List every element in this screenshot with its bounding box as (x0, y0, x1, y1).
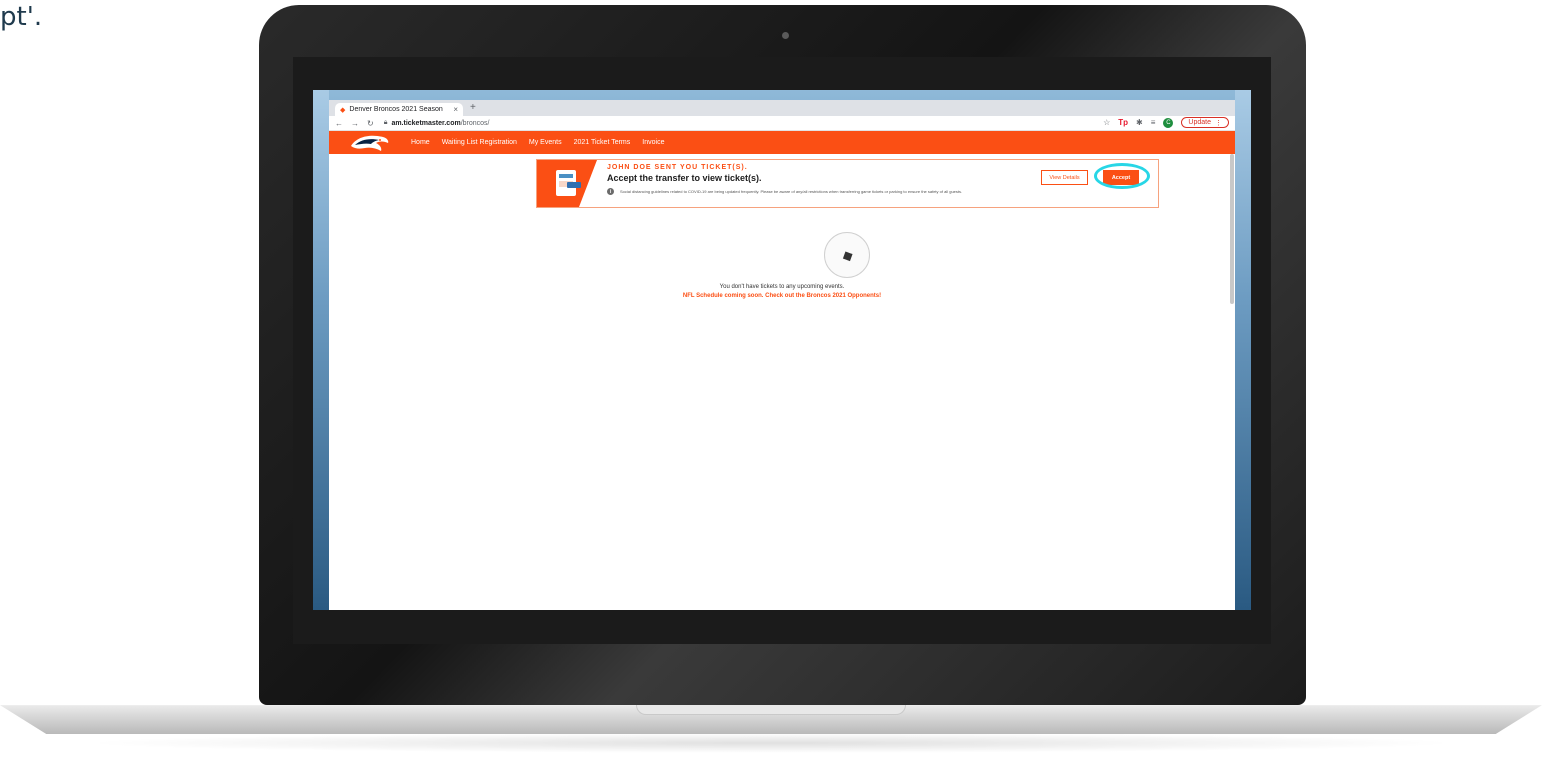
reading-list-icon[interactable]: ≡ (1151, 118, 1156, 127)
ticket-stub-icon (567, 182, 581, 188)
reload-icon[interactable]: ↻ (367, 119, 374, 128)
opponents-link[interactable]: NFL Schedule coming soon. Check out the … (329, 293, 1235, 299)
nav-link-waiting-list[interactable]: Waiting List Registration (442, 139, 517, 146)
broncos-favicon-icon: ◆ (340, 106, 346, 114)
info-icon: i (607, 188, 614, 195)
nav-link-home[interactable]: Home (411, 139, 430, 146)
transfer-illustration (537, 160, 597, 207)
browser-tab[interactable]: ◆ Denver Broncos 2021 Season × (335, 103, 463, 116)
camera-icon (782, 32, 789, 39)
broncos-logo-icon[interactable] (349, 132, 391, 154)
lock-icon[interactable]: 🔒︎ (384, 119, 388, 127)
caption-text: pt'. (0, 2, 43, 32)
site-navigation: Home Waiting List Registration My Events… (329, 131, 1235, 154)
tab-strip: ◆ Denver Broncos 2021 Season × + (329, 100, 1235, 116)
view-details-button[interactable]: View Details (1041, 170, 1088, 185)
banner-note: i Social distancing guidelines related t… (607, 188, 1158, 195)
bookmark-star-icon[interactable]: ☆ (1103, 118, 1110, 127)
covid-note: Social distancing guidelines related to … (620, 189, 963, 194)
laptop-shadow (80, 733, 1462, 753)
ticket-icon: ◆ (838, 245, 856, 265)
browser-toolbar: ← → ↻ 🔒︎ am.ticketmaster.com/broncos/ ☆ … (329, 116, 1235, 131)
nav-link-my-events[interactable]: My Events (529, 139, 562, 146)
url-path: /broncos/ (460, 119, 490, 127)
empty-state-message: You don't have tickets to any upcoming e… (719, 284, 845, 290)
url-host: am.ticketmaster.com (391, 119, 461, 127)
extensions-puzzle-icon[interactable]: ✱ (1136, 118, 1143, 127)
browser-window: ◆ Denver Broncos 2021 Season × + ← → ↻ 🔒… (329, 100, 1235, 610)
tab-title: Denver Broncos 2021 Season (349, 106, 443, 113)
close-tab-icon[interactable]: × (453, 105, 458, 114)
update-button[interactable]: Update ⋮ (1181, 117, 1229, 128)
toolbar-actions: ☆ Tp ✱ ≡ C Update ⋮ (1103, 117, 1229, 128)
stage: pt'. ◆ Denver Broncos 2021 Season × + ← … (0, 0, 1542, 762)
banner-body: JOHN DOE SENT YOU TICKET(S). Accept the … (597, 160, 1158, 207)
laptop-notch (636, 705, 906, 715)
profile-avatar[interactable]: C (1163, 117, 1174, 128)
update-label: Update (1188, 119, 1211, 126)
nav-link-ticket-terms[interactable]: 2021 Ticket Terms (574, 139, 631, 146)
forward-arrow-icon[interactable]: → (351, 119, 359, 128)
empty-state-icon-circle: ◆ (824, 232, 870, 278)
back-arrow-icon[interactable]: ← (335, 119, 343, 128)
kebab-menu-icon: ⋮ (1215, 119, 1222, 127)
transfer-banner: JOHN DOE SENT YOU TICKET(S). Accept the … (536, 159, 1159, 208)
page-content: JOHN DOE SENT YOU TICKET(S). Accept the … (329, 154, 1235, 610)
nav-link-invoice[interactable]: Invoice (642, 139, 664, 146)
address-bar[interactable]: am.ticketmaster.com/broncos/ (391, 120, 489, 127)
wallpaper-right (1235, 90, 1251, 610)
new-tab-button[interactable]: + (470, 102, 476, 113)
wallpaper-left (313, 90, 329, 610)
page-scrollbar[interactable] (1230, 154, 1234, 304)
accept-button[interactable]: Accept (1103, 170, 1139, 185)
desktop-screen: ◆ Denver Broncos 2021 Season × + ← → ↻ 🔒… (313, 90, 1251, 610)
extension-tp-icon[interactable]: Tp (1118, 118, 1128, 127)
